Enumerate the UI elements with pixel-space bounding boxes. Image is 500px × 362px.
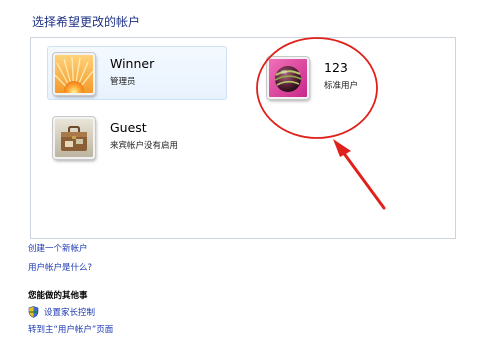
goto-user-accounts-link[interactable]: 转到主“用户帐户”页面 [28, 323, 113, 335]
account-tile-123[interactable]: 123 标准用户 [261, 50, 393, 104]
change-account-page: 选择希望更改的帐户 Winner 管理员 123 标准用户 Guest 来宾帐户… [0, 0, 500, 362]
create-account-link[interactable]: 创建一个新帐户 [28, 242, 88, 254]
striped-ball-avatar-icon [267, 57, 309, 99]
account-role: 标准用户 [324, 81, 359, 91]
suitcase-avatar-icon [53, 117, 95, 159]
account-tile-winner[interactable]: Winner 管理员 [47, 46, 227, 100]
account-tile-guest[interactable]: Guest 来宾帐户没有启用 [47, 110, 227, 164]
account-name: 123 [324, 60, 348, 75]
account-role: 管理员 [110, 77, 136, 87]
other-tasks-heading: 您能做的其他事 [28, 291, 88, 301]
account-role: 来宾帐户没有启用 [110, 141, 179, 151]
flower-avatar-icon [53, 53, 95, 95]
parental-controls-link[interactable]: 设置家长控制 [44, 306, 95, 318]
what-is-account-link[interactable]: 用户帐户是什么? [28, 261, 92, 273]
account-name: Guest [110, 120, 147, 135]
account-name: Winner [110, 56, 155, 71]
accounts-panel: Winner 管理员 123 标准用户 Guest 来宾帐户没有启用 [30, 37, 456, 239]
security-shield-icon [28, 306, 39, 318]
page-title: 选择希望更改的帐户 [32, 15, 141, 29]
